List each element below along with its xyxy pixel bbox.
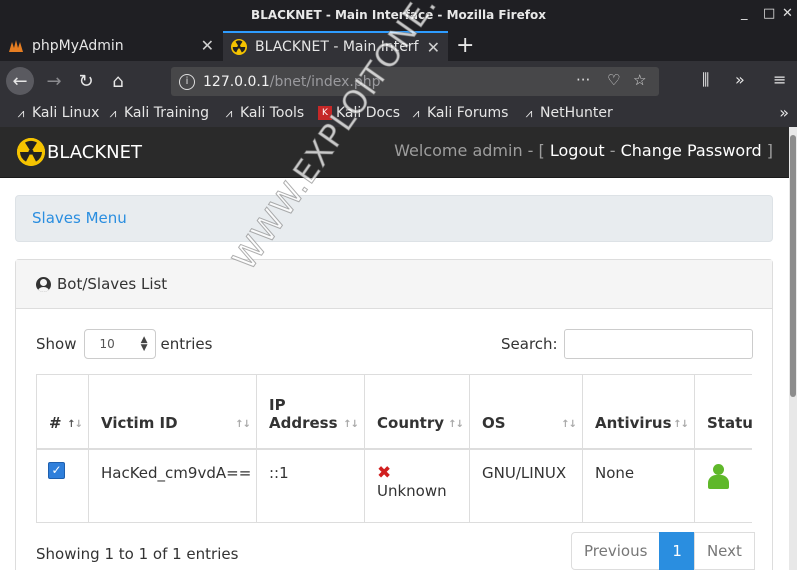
- tab-bar: phpMyAdmin ✕ BLACKNET - Main Interf ✕ +: [0, 31, 797, 61]
- row-checkbox[interactable]: ✓: [48, 461, 65, 479]
- minimize-button[interactable]: _: [741, 6, 748, 21]
- bookmarks-toolbar: ⩘ Kali Linux ⩘ Kali Training ⩘ Kali Tools K…: [0, 101, 797, 127]
- radiation-logo-icon: [17, 138, 45, 166]
- panel-heading: Bot/Slaves List: [16, 260, 772, 309]
- column-header-victim-id[interactable]: Victim ID ↑↓: [88, 374, 257, 450]
- brand[interactable]: BLACKNET: [17, 138, 142, 166]
- table-search: Search:: [501, 329, 753, 359]
- bookmark-kali-forums[interactable]: ⩘ Kali Forums: [409, 105, 509, 121]
- tab-label: BLACKNET - Main Interf: [255, 39, 419, 55]
- forward-button[interactable]: →: [40, 67, 68, 95]
- tab-blacknet[interactable]: BLACKNET - Main Interf ✕: [223, 31, 448, 61]
- overflow-menu-icon[interactable]: »: [735, 70, 745, 89]
- hamburger-menu-icon[interactable]: ≡: [773, 70, 786, 89]
- sort-icon: ↑↓: [235, 418, 251, 430]
- phpmyadmin-icon: [8, 38, 24, 54]
- brand-name: BLACKNET: [47, 141, 142, 163]
- page-actions-icon[interactable]: ···: [576, 71, 590, 89]
- slaves-menu-box: Slaves Menu: [15, 195, 773, 242]
- bookmark-kali-tools[interactable]: ⩘ Kali Tools: [222, 105, 305, 121]
- column-header-os[interactable]: OS ↑↓: [469, 374, 583, 450]
- column-header-status[interactable]: Status: [694, 374, 752, 450]
- unknown-flag-x-icon: ✖: [377, 462, 392, 483]
- home-button[interactable]: ⌂: [104, 67, 132, 95]
- select-arrows-icon: ▲ ▼: [140, 335, 148, 353]
- back-button[interactable]: ←: [6, 67, 34, 95]
- bots-table-wrapper: # ↑↓ Victim ID ↑↓ IP Address ↑↓ Country ↑↓ O…: [36, 374, 752, 524]
- url-host: 127.0.0.1: [203, 73, 270, 90]
- column-header-antivirus[interactable]: Antivirus ↑↓: [582, 374, 695, 450]
- close-tab-icon[interactable]: ✕: [427, 38, 440, 57]
- sort-icon: ↑↓: [673, 418, 689, 430]
- new-tab-button[interactable]: +: [456, 33, 474, 58]
- scrollbar-thumb[interactable]: [790, 135, 796, 397]
- url-bar[interactable]: i 127.0.0.1/bnet/index.php ··· ♡ ☆: [171, 67, 659, 96]
- pagination: Previous 1 Next: [571, 532, 755, 570]
- online-user-icon: [707, 463, 729, 489]
- slaves-menu-link[interactable]: Slaves Menu: [32, 209, 127, 227]
- library-icon[interactable]: ⫼: [702, 70, 709, 90]
- bookmarks-overflow-icon[interactable]: »: [779, 103, 789, 122]
- sort-asc-icon: ↑↓: [67, 418, 83, 430]
- next-page-button[interactable]: Next: [693, 532, 755, 570]
- page-1-button[interactable]: 1: [659, 532, 695, 570]
- bookmark-nethunter[interactable]: ⩘ NetHunter: [522, 105, 613, 121]
- victim-id-cell: HacKed_cm9vdA==: [88, 448, 257, 523]
- os-cell: GNU/LINUX: [469, 448, 583, 523]
- search-input[interactable]: [563, 329, 753, 359]
- logout-link[interactable]: Logout: [550, 141, 605, 160]
- close-window-button[interactable]: ✕: [782, 6, 793, 21]
- kali-icon: ⩘: [17, 105, 25, 120]
- close-tab-icon[interactable]: ✕: [201, 36, 214, 55]
- antivirus-cell: None: [582, 448, 695, 523]
- country-cell: ✖ Unknown: [364, 448, 470, 523]
- welcome-text: Welcome admin - [ Logout - Change Passwo…: [394, 141, 773, 160]
- maximize-button[interactable]: □: [763, 6, 775, 21]
- previous-page-button[interactable]: Previous: [571, 532, 661, 570]
- table-row[interactable]: ✓ HacKed_cm9vdA== ::1 ✖ Unknown GNU/LINU…: [36, 448, 752, 523]
- change-password-link[interactable]: Change Password: [621, 141, 762, 160]
- table-info: Showing 1 to 1 of 1 entries: [36, 545, 239, 563]
- url-path: /bnet/index.php: [269, 73, 381, 90]
- navigation-bar: ← → ↻ ⌂ i 127.0.0.1/bnet/index.php ··· ♡…: [0, 61, 797, 101]
- radiation-icon: [231, 39, 247, 55]
- page-length-control: Show 10 ▲ ▼ entries: [36, 329, 212, 359]
- reload-button[interactable]: ↻: [72, 67, 100, 95]
- kali-docs-icon: K: [318, 106, 332, 120]
- window-titlebar: BLACKNET - Main Interface - Mozilla Fire…: [0, 0, 797, 31]
- bookmark-kali-training[interactable]: ⩘ Kali Training: [106, 105, 209, 121]
- kali-icon: ⩘: [109, 105, 117, 120]
- bookmark-kali-linux[interactable]: ⩘ Kali Linux: [14, 105, 100, 121]
- tab-label: phpMyAdmin: [32, 38, 124, 54]
- nethunter-icon: ⩘: [525, 105, 533, 120]
- bots-table: # ↑↓ Victim ID ↑↓ IP Address ↑↓ Country ↑↓ O…: [36, 374, 752, 523]
- ip-cell: ::1: [256, 448, 365, 523]
- bookmark-kali-docs[interactable]: K Kali Docs: [318, 105, 400, 121]
- kali-icon: ⩘: [412, 105, 420, 120]
- sort-icon: ↑↓: [343, 418, 359, 430]
- page-length-select[interactable]: 10 ▲ ▼: [84, 329, 157, 359]
- sort-icon: ↑↓: [448, 418, 464, 430]
- status-cell: [694, 448, 752, 523]
- app-navbar: BLACKNET Welcome admin - [ Logout - Chan…: [0, 127, 789, 178]
- column-header-number[interactable]: # ↑↓: [36, 374, 89, 450]
- kali-icon: ⩘: [225, 105, 233, 120]
- column-header-country[interactable]: Country ↑↓: [364, 374, 470, 450]
- user-circle-icon: [36, 277, 51, 292]
- page-scrollbar[interactable]: [789, 127, 797, 570]
- panel-title: Bot/Slaves List: [57, 275, 168, 293]
- pocket-icon[interactable]: ♡: [607, 71, 620, 89]
- site-info-icon[interactable]: i: [179, 73, 195, 90]
- bookmark-star-icon[interactable]: ☆: [633, 71, 646, 89]
- row-select-cell: ✓: [36, 448, 89, 523]
- tab-phpmyadmin[interactable]: phpMyAdmin ✕: [0, 31, 222, 61]
- sort-icon: ↑↓: [561, 418, 577, 430]
- window-title: BLACKNET - Main Interface - Mozilla Fire…: [251, 8, 546, 22]
- column-header-ip-address[interactable]: IP Address ↑↓: [256, 374, 365, 450]
